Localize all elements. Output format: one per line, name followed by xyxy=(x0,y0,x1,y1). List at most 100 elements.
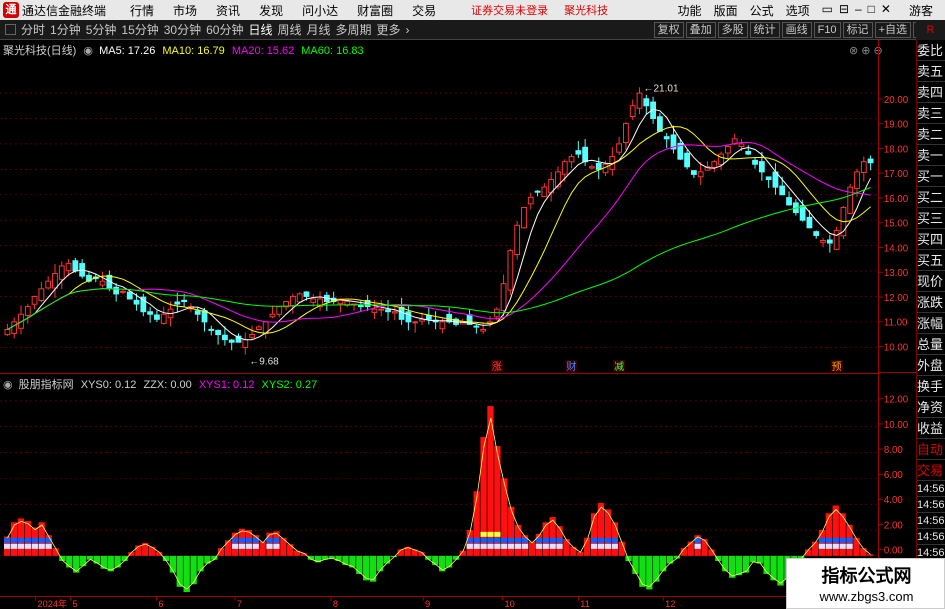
f10-button[interactable]: F10 xyxy=(813,21,841,38)
chevron-right-icon[interactable]: › xyxy=(406,23,410,37)
period-tab-more[interactable]: 更多 xyxy=(377,21,401,38)
side-panel-item[interactable]: 现价 xyxy=(917,271,945,292)
price-tick-label: 17.00 xyxy=(884,169,909,180)
date-label: 11 xyxy=(580,599,590,609)
toggle-panel-icon[interactable] xyxy=(5,24,16,35)
window-controls-icon[interactable]: ▭⊟–□✕ xyxy=(822,2,897,19)
add-favorite-button[interactable]: +自选 xyxy=(874,21,911,38)
signal-bar-white xyxy=(473,543,480,549)
indicator-bar xyxy=(224,540,232,556)
side-panel-item[interactable]: 净资 xyxy=(917,397,945,418)
indicator-bar xyxy=(114,555,121,568)
multi-stock-button[interactable]: 多股 xyxy=(717,21,748,38)
candle-body xyxy=(826,239,833,244)
side-panel-item[interactable]: 14:56 xyxy=(917,497,945,513)
price-tick-label: 12.00 xyxy=(884,293,909,304)
candle-body xyxy=(11,321,18,334)
side-panel-item[interactable]: 涨跌 xyxy=(917,292,945,313)
guest-label[interactable]: 游客 xyxy=(909,2,933,19)
candle-body xyxy=(860,161,867,173)
low-price-label: ←9.68 xyxy=(249,357,279,368)
indicator-tick-label: 12.00 xyxy=(884,395,909,406)
login-notice[interactable]: 证券交易未登录 xyxy=(471,2,548,18)
candle-body xyxy=(154,314,160,320)
menu-options[interactable]: 选项 xyxy=(786,2,810,19)
signal-bar-white xyxy=(245,543,252,549)
side-panel-item[interactable]: 14:56 xyxy=(917,513,945,529)
settings-icon[interactable]: ◉ xyxy=(83,45,93,57)
period-tab[interactable]: 60分钟 xyxy=(206,21,243,38)
candle-body xyxy=(385,309,391,313)
period-tab[interactable]: 月线 xyxy=(307,21,331,38)
side-panel-item[interactable]: 买三 xyxy=(917,208,945,229)
side-panel-item[interactable]: 总量 xyxy=(917,334,945,355)
side-panel-item[interactable]: 卖五 xyxy=(917,61,945,82)
side-panel-item[interactable]: 买五 xyxy=(917,250,945,271)
indicator-bar xyxy=(825,513,832,556)
period-tab-active[interactable]: 日线 xyxy=(248,21,272,38)
menu-ask[interactable]: 问小达 xyxy=(302,2,338,19)
candle-body xyxy=(500,283,507,311)
candle-body xyxy=(126,291,133,300)
period-tab[interactable]: 1分钟 xyxy=(50,21,81,38)
side-panel-item[interactable]: 卖三 xyxy=(917,103,945,124)
settings-icon[interactable]: ◉ xyxy=(3,379,13,391)
price-tick-label: 10.00 xyxy=(884,342,909,353)
candle-body xyxy=(663,136,670,140)
side-panel-item[interactable]: 买二 xyxy=(917,187,945,208)
period-tab[interactable]: 5分钟 xyxy=(86,21,117,38)
side-badge[interactable]: R xyxy=(916,20,945,40)
signal-bar-blue xyxy=(273,537,280,543)
menu-wealth[interactable]: 财富圈 xyxy=(357,2,393,19)
stock-title[interactable]: 聚光科技(日线) xyxy=(3,45,76,57)
menu-news[interactable]: 资讯 xyxy=(216,2,240,19)
menu-market[interactable]: 市场 xyxy=(173,2,197,19)
side-panel-item[interactable]: 14:56 xyxy=(917,529,945,545)
main-grid xyxy=(0,92,878,374)
side-panel-item[interactable]: 外盘 xyxy=(917,355,945,376)
indicator-chart[interactable] xyxy=(0,374,878,596)
side-panel-item[interactable]: 买一 xyxy=(917,166,945,187)
signal-bar-white xyxy=(832,543,839,549)
mark-button[interactable]: 标记 xyxy=(842,21,873,38)
statistics-button[interactable]: 统计 xyxy=(749,21,780,38)
candle-body xyxy=(854,171,860,189)
side-panel-item[interactable]: 买四 xyxy=(917,229,945,250)
candlestick-chart[interactable]: ←21.01 ←9.68 涨 财 减 预 xyxy=(0,40,878,374)
side-panel-item[interactable]: 卖四 xyxy=(917,82,945,103)
period-tab[interactable]: 周线 xyxy=(277,21,301,38)
side-panel-items: 委比 卖五 卖四 卖三 卖二 卖一 买一 买二 买三 买四 买五 现价 涨跌 涨幅 总量 外盘 换手 净资 收益 自动… xyxy=(917,40,945,593)
period-tab[interactable]: 15分钟 xyxy=(121,21,158,38)
side-panel-item[interactable]: 14:56 xyxy=(917,481,945,497)
candle-body xyxy=(120,290,126,293)
period-tab[interactable]: 多周期 xyxy=(336,21,372,38)
overlay-button[interactable]: 叠加 xyxy=(685,21,716,38)
xys0-label: XYS0: 0.12 xyxy=(80,379,137,391)
menu-formula[interactable]: 公式 xyxy=(750,2,774,19)
menu-function[interactable]: 功能 xyxy=(678,2,702,19)
menu-layout[interactable]: 版面 xyxy=(714,2,738,19)
draw-line-button[interactable]: 画线 xyxy=(781,21,812,38)
candle-body xyxy=(724,145,731,154)
side-panel-item[interactable]: 自动 xyxy=(917,439,945,460)
period-tab[interactable]: 30分钟 xyxy=(164,21,201,38)
indicator-name[interactable]: 股朋指标网 xyxy=(19,379,74,391)
high-price-label: ←21.01 xyxy=(644,83,679,94)
signal-bar-white xyxy=(839,543,846,549)
side-panel-item[interactable]: 委比 xyxy=(917,40,945,61)
side-panel-item[interactable]: 换手 xyxy=(917,376,945,397)
watermark-title: 指标公式网 xyxy=(821,566,912,586)
side-panel-item[interactable]: 卖二 xyxy=(917,124,945,145)
period-tab[interactable]: 分时 xyxy=(21,21,45,38)
side-panel-item[interactable]: 卖一 xyxy=(917,145,945,166)
menu-quotes[interactable]: 行情 xyxy=(130,2,154,19)
menu-discover[interactable]: 发现 xyxy=(259,2,283,19)
restore-rights-button[interactable]: 复权 xyxy=(653,21,684,38)
signal-bar-white xyxy=(17,543,25,549)
indicator-bar xyxy=(176,555,183,587)
side-panel-item[interactable]: 交易 xyxy=(917,460,945,481)
menu-trade[interactable]: 交易 xyxy=(412,2,436,19)
signal-bar-blue xyxy=(10,537,18,543)
side-panel-item[interactable]: 涨幅 xyxy=(917,313,945,334)
side-panel-item[interactable]: 收益 xyxy=(917,418,945,439)
